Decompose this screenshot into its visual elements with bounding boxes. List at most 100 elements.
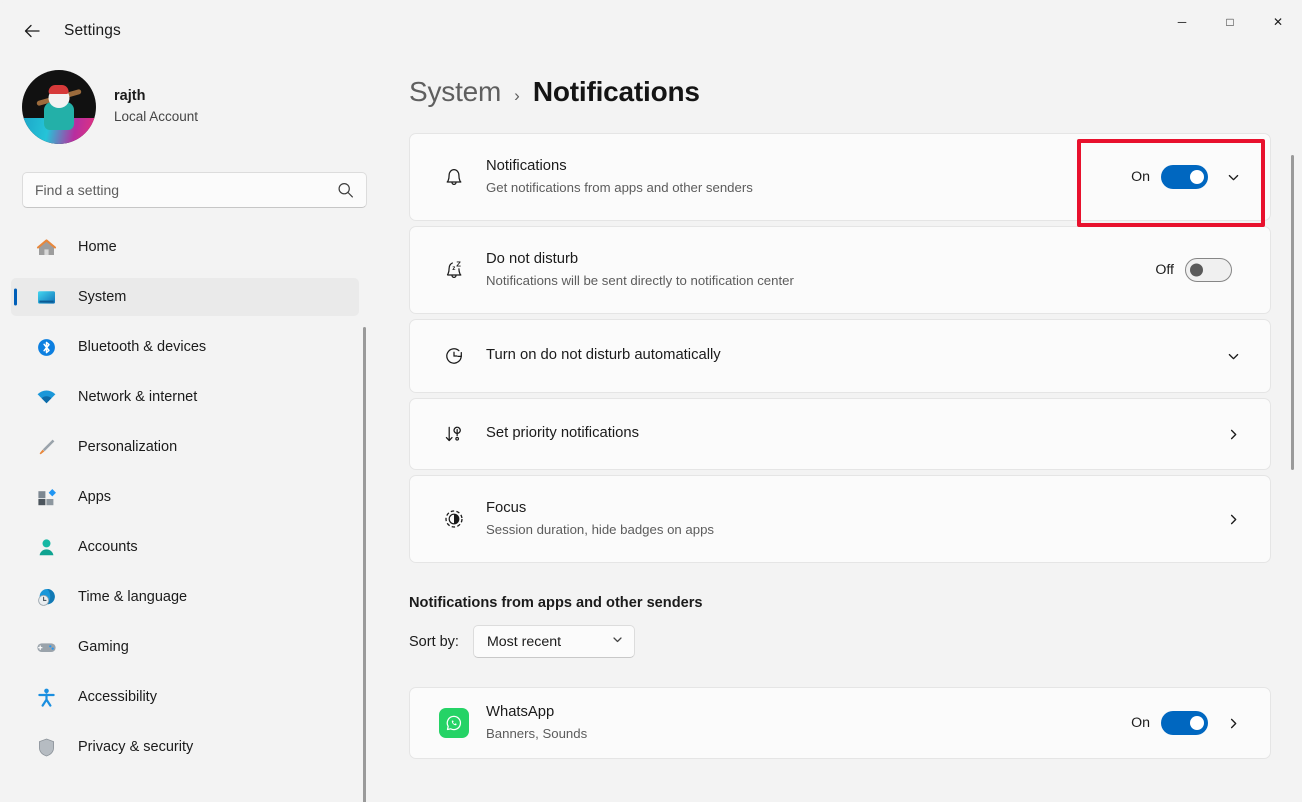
bell-sleep-icon: z Z xyxy=(432,257,476,283)
search-box[interactable] xyxy=(22,172,367,208)
maximize-button[interactable]: □ xyxy=(1206,0,1254,44)
profile-account-type: Local Account xyxy=(114,107,198,127)
search-icon xyxy=(337,182,354,199)
close-button[interactable]: ✕ xyxy=(1254,0,1302,44)
minimize-icon: ─ xyxy=(1178,16,1187,28)
card-controls: On xyxy=(1131,160,1250,194)
chevron-right-icon[interactable] xyxy=(1216,502,1250,536)
card-subtitle: Get notifications from apps and other se… xyxy=(486,178,1131,198)
card-focus[interactable]: Focus Session duration, hide badges on a… xyxy=(409,475,1271,563)
sort-row: Sort by: Most recent xyxy=(409,625,1302,658)
settings-cards: Notifications Get notifications from app… xyxy=(409,133,1271,563)
breadcrumb: System › Notifications xyxy=(409,76,1302,108)
sort-by-value: Most recent xyxy=(487,634,561,650)
wifi-icon xyxy=(35,386,57,408)
sidebar-item-label: Gaming xyxy=(78,639,129,655)
card-turn-on-dnd-automatically[interactable]: Turn on do not disturb automatically xyxy=(409,319,1271,393)
sidebar-item-label: Network & internet xyxy=(78,389,197,405)
sidebar-scrollbar[interactable] xyxy=(363,327,366,802)
accessibility-icon xyxy=(35,686,57,708)
sidebar-item-gaming[interactable]: Gaming xyxy=(11,628,359,666)
chevron-right-icon[interactable] xyxy=(1216,706,1250,740)
sort-by-select[interactable]: Most recent xyxy=(473,625,635,658)
person-icon xyxy=(35,536,57,558)
card-title: Focus xyxy=(486,498,1208,519)
sidebar-item-label: Bluetooth & devices xyxy=(78,339,206,355)
clock-history-icon xyxy=(432,343,476,369)
back-button[interactable] xyxy=(14,13,50,49)
sidebar-item-accounts[interactable]: Accounts xyxy=(11,528,359,566)
sidebar-item-system[interactable]: System xyxy=(11,278,359,316)
chevron-down-icon[interactable] xyxy=(1216,339,1250,373)
do-not-disturb-toggle[interactable] xyxy=(1185,258,1232,282)
card-subtitle: Session duration, hide badges on apps xyxy=(486,520,1208,540)
paintbrush-icon xyxy=(35,436,57,458)
card-title: Set priority notifications xyxy=(486,423,1208,444)
back-arrow-icon xyxy=(22,21,42,41)
search-input[interactable] xyxy=(23,182,366,198)
title-bar: Settings ─ □ ✕ xyxy=(0,0,1302,62)
sidebar-item-privacy-security[interactable]: Privacy & security xyxy=(11,728,359,766)
close-icon: ✕ xyxy=(1273,16,1283,28)
sidebar-item-label: Apps xyxy=(78,489,111,505)
sidebar-item-label: Home xyxy=(78,239,117,255)
breadcrumb-parent[interactable]: System xyxy=(409,76,501,108)
sidebar-item-personalization[interactable]: Personalization xyxy=(11,428,359,466)
card-controls: On xyxy=(1131,706,1250,740)
sidebar-item-accessibility[interactable]: Accessibility xyxy=(11,678,359,716)
priority-sort-icon xyxy=(432,421,476,447)
breadcrumb-separator: › xyxy=(514,86,520,106)
home-icon xyxy=(35,236,57,258)
apps-icon xyxy=(35,486,57,508)
toggle-state-label: On xyxy=(1131,169,1150,185)
apps-section-heading: Notifications from apps and other sender… xyxy=(409,595,1302,611)
app-subtitle: Banners, Sounds xyxy=(486,724,1131,744)
sidebar-item-label: Personalization xyxy=(78,439,177,455)
whatsapp-toggle[interactable] xyxy=(1161,711,1208,735)
sidebar-item-bluetooth-devices[interactable]: Bluetooth & devices xyxy=(11,328,359,366)
svg-text:Z: Z xyxy=(456,260,461,269)
settings-window: Settings ─ □ ✕ rajth Local xyxy=(0,0,1302,802)
card-controls xyxy=(1208,417,1250,451)
card-controls xyxy=(1208,339,1250,373)
notifications-toggle[interactable] xyxy=(1161,165,1208,189)
sidebar: rajth Local Account xyxy=(0,62,392,802)
gamepad-icon xyxy=(35,636,57,658)
sidebar-item-network-internet[interactable]: Network & internet xyxy=(11,378,359,416)
sidebar-item-label: Privacy & security xyxy=(78,739,193,755)
sidebar-item-label: System xyxy=(78,289,126,305)
app-name: WhatsApp xyxy=(486,702,1131,723)
maximize-icon: □ xyxy=(1226,16,1233,28)
apps-list: WhatsApp Banners, Sounds On xyxy=(409,687,1271,759)
content-scrollbar[interactable] xyxy=(1291,155,1294,470)
whatsapp-icon xyxy=(432,708,476,738)
sidebar-item-time-language[interactable]: Time & language xyxy=(11,578,359,616)
sidebar-nav: Home System xyxy=(0,228,392,758)
sidebar-item-apps[interactable]: Apps xyxy=(11,478,359,516)
focus-icon xyxy=(432,506,476,532)
card-notifications[interactable]: Notifications Get notifications from app… xyxy=(409,133,1271,221)
content-area: System › Notifications Notifications Get… xyxy=(392,62,1302,802)
sidebar-item-home[interactable]: Home xyxy=(11,228,359,266)
shield-icon xyxy=(35,736,57,758)
avatar xyxy=(22,70,96,144)
svg-text:z: z xyxy=(452,265,455,272)
card-title: Do not disturb xyxy=(486,249,1155,270)
card-controls: Off xyxy=(1155,258,1232,282)
card-do-not-disturb[interactable]: z Z Do not disturb Notifications will be… xyxy=(409,226,1271,314)
card-subtitle: Notifications will be sent directly to n… xyxy=(486,271,1155,291)
toggle-state-label: On xyxy=(1131,715,1150,731)
user-profile[interactable]: rajth Local Account xyxy=(22,70,392,144)
card-set-priority-notifications[interactable]: Set priority notifications xyxy=(409,398,1271,470)
card-title: Notifications xyxy=(486,156,1131,177)
window-controls: ─ □ ✕ xyxy=(1158,0,1302,44)
chevron-down-icon[interactable] xyxy=(1216,160,1250,194)
sidebar-item-label: Time & language xyxy=(78,589,187,605)
chevron-right-icon[interactable] xyxy=(1216,417,1250,451)
app-row-whatsapp[interactable]: WhatsApp Banners, Sounds On xyxy=(409,687,1271,759)
sidebar-item-label: Accessibility xyxy=(78,689,157,705)
card-controls xyxy=(1208,502,1250,536)
sidebar-item-label: Accounts xyxy=(78,539,138,555)
profile-name: rajth xyxy=(114,87,198,107)
minimize-button[interactable]: ─ xyxy=(1158,0,1206,44)
